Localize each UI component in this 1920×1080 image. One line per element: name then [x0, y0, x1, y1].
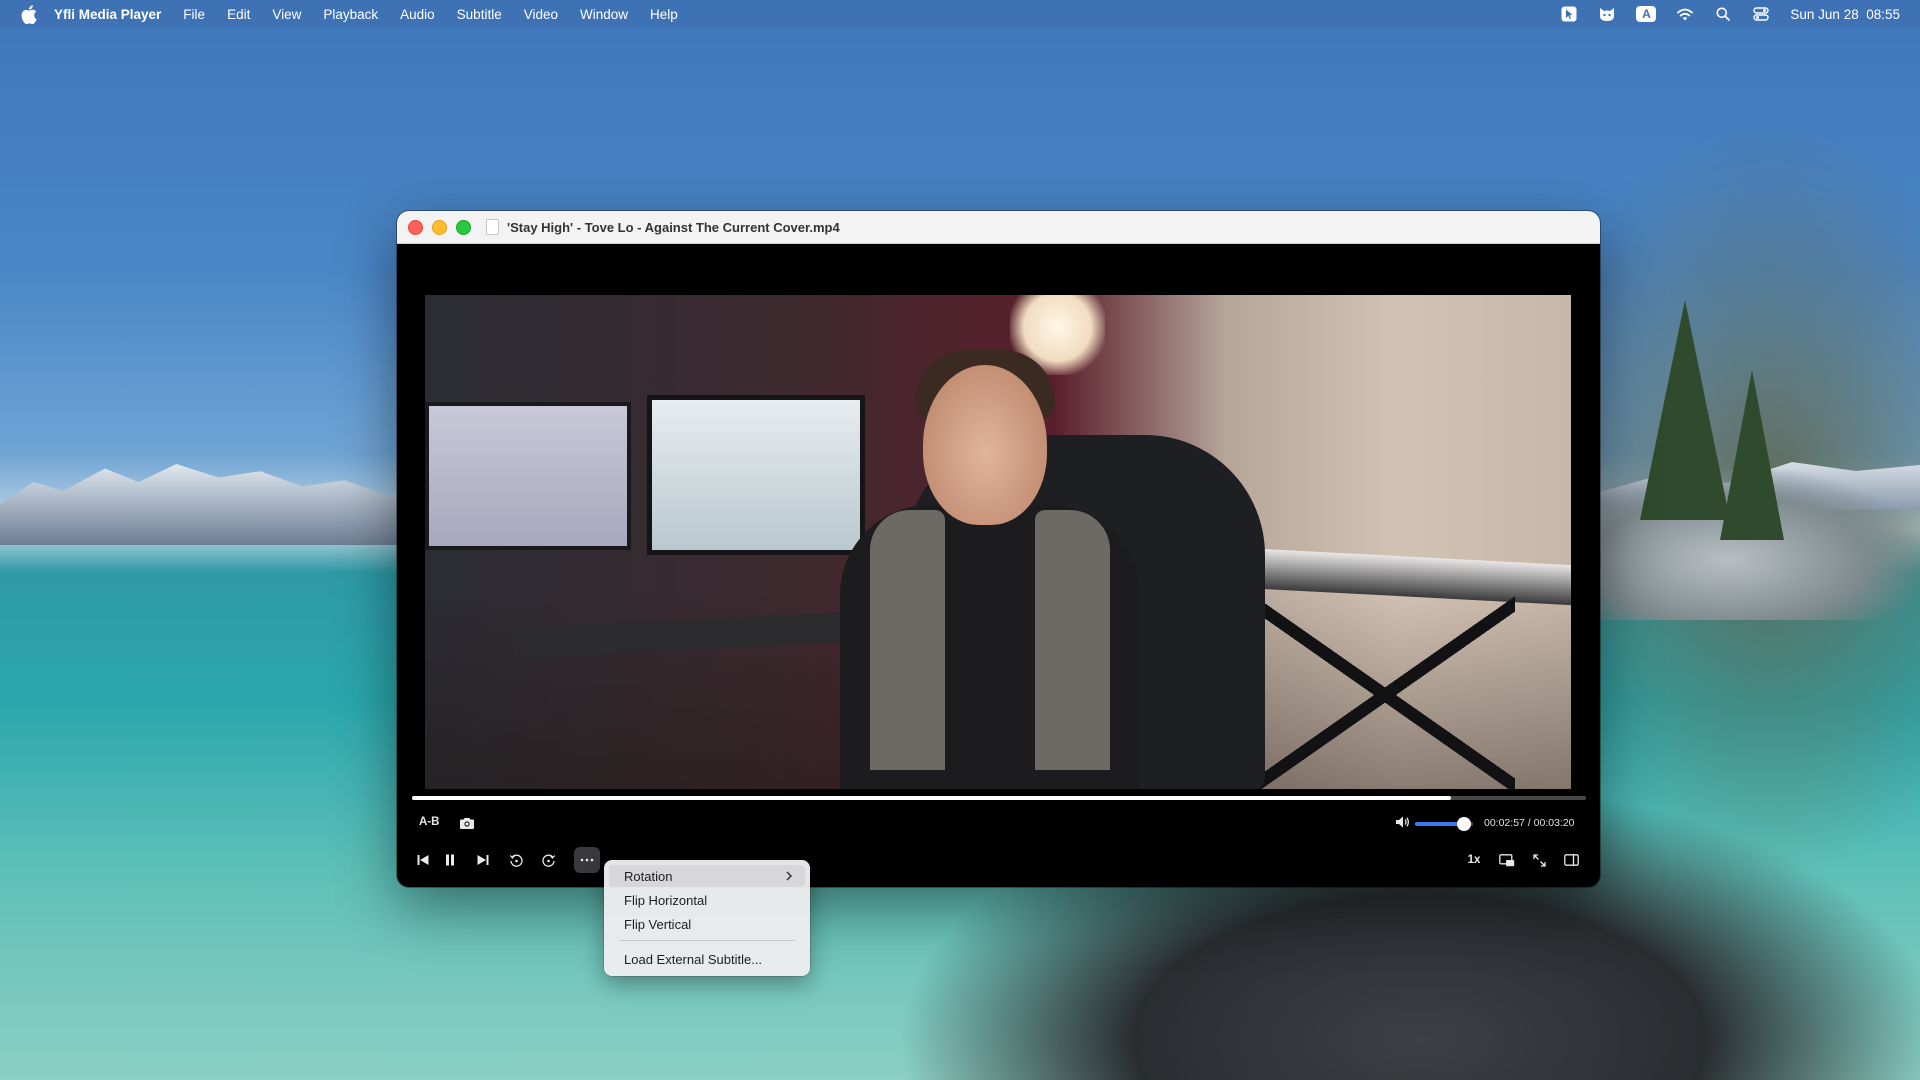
app-name-menu[interactable]: Yfli Media Player: [54, 7, 161, 22]
window-titlebar[interactable]: 'Stay High' - Tove Lo - Against The Curr…: [397, 211, 1600, 244]
control-center-icon[interactable]: [1752, 5, 1770, 23]
menu-bar-clock[interactable]: Sun Jun 28 08:55: [1790, 7, 1900, 22]
menu-item-label: Load External Subtitle...: [624, 951, 763, 967]
fullscreen-button[interactable]: [1526, 847, 1552, 873]
camera-icon: [460, 817, 474, 829]
menu-item-flip-vertical[interactable]: Flip Vertical: [609, 913, 805, 935]
menu-video[interactable]: Video: [524, 7, 558, 22]
video-monitor-left: [425, 402, 631, 550]
menu-file[interactable]: File: [183, 7, 205, 22]
playback-progress-fill: [412, 796, 1451, 800]
wallpaper-mountains-left: [0, 464, 420, 545]
volume-slider[interactable]: [1415, 817, 1473, 831]
menu-bar: Yfli Media Player File Edit View Playbac…: [0, 0, 1920, 28]
sidebar-icon: [1563, 854, 1579, 866]
controls-row-top: A-B 00:02:57 / 00:03:20: [397, 811, 1600, 837]
pause-button[interactable]: [437, 847, 463, 873]
window-title: 'Stay High' - Tove Lo - Against The Curr…: [507, 219, 840, 235]
menu-item-label: Flip Horizontal: [624, 892, 708, 908]
time-separator: /: [1524, 817, 1534, 829]
picture-in-picture-icon: [1499, 853, 1515, 866]
rewind-icon: [509, 854, 523, 867]
ab-repeat-button[interactable]: A-B: [419, 816, 439, 828]
minimize-window-button[interactable]: [432, 219, 447, 235]
chevron-right-icon: [786, 871, 793, 881]
menu-item-load-external-subtitle[interactable]: Load External Subtitle...: [609, 948, 805, 970]
menu-edit[interactable]: Edit: [227, 7, 250, 22]
close-window-button[interactable]: [408, 219, 423, 235]
menu-audio[interactable]: Audio: [400, 7, 435, 22]
wallpaper-tree: [1720, 370, 1784, 540]
menu-item-label: Flip Vertical: [624, 916, 692, 932]
menu-playback[interactable]: Playback: [323, 7, 378, 22]
more-options-menu: Rotation Flip Horizontal Flip Vertical L…: [604, 860, 810, 976]
more-options-button[interactable]: [574, 847, 600, 873]
input-source-icon[interactable]: A: [1636, 6, 1657, 22]
zoom-window-button[interactable]: [456, 219, 471, 235]
cat-app-icon[interactable]: [1598, 5, 1616, 23]
menu-bar-status-area: A Sun Jun 28 08:55: [1560, 0, 1900, 28]
pause-icon: [446, 854, 454, 866]
total-time: 00:03:20: [1533, 817, 1575, 829]
screenshot-button[interactable]: [457, 814, 477, 832]
ellipsis-icon: [580, 858, 594, 862]
playback-speed-button[interactable]: 1x: [1461, 847, 1487, 873]
controls-row-bottom: 1x: [397, 845, 1600, 875]
video-monitor-right: [647, 395, 865, 555]
video-person-head: [923, 365, 1047, 525]
player-window: 'Stay High' - Tove Lo - Against The Curr…: [397, 211, 1600, 887]
video-keyboard-stand: [1255, 595, 1515, 789]
time-display: 00:02:57 / 00:03:20: [1484, 817, 1575, 829]
window-controls: [408, 219, 471, 235]
menu-item-flip-horizontal[interactable]: Flip Horizontal: [609, 889, 805, 911]
rewind-seconds-button[interactable]: [503, 847, 529, 873]
wifi-icon[interactable]: [1676, 5, 1694, 23]
menu-item-label: Rotation: [624, 868, 673, 884]
previous-track-button[interactable]: [410, 847, 436, 873]
spotlight-search-icon[interactable]: [1714, 5, 1732, 23]
next-track-button[interactable]: [470, 847, 496, 873]
picture-in-picture-button[interactable]: [1494, 847, 1520, 873]
menu-separator: [619, 940, 795, 941]
wallpaper-tree: [1640, 300, 1730, 520]
current-time: 00:02:57: [1484, 817, 1525, 829]
volume-icon[interactable]: [1395, 815, 1413, 833]
menu-item-rotation[interactable]: Rotation: [609, 865, 805, 887]
fast-forward-icon: [541, 854, 555, 867]
apple-menu-icon[interactable]: [18, 3, 40, 25]
playback-progress-bar[interactable]: [412, 796, 1586, 800]
forward-seconds-button[interactable]: [535, 847, 561, 873]
volume-slider-knob[interactable]: [1457, 817, 1472, 831]
pointer-app-icon[interactable]: [1560, 5, 1578, 23]
video-person-vest: [870, 510, 945, 770]
playback-speed-label: 1x: [1467, 854, 1481, 866]
menu-view[interactable]: View: [272, 7, 301, 22]
toggle-sidebar-button[interactable]: [1558, 847, 1584, 873]
document-proxy-icon[interactable]: [486, 219, 499, 235]
menu-help[interactable]: Help: [650, 7, 678, 22]
menu-window[interactable]: Window: [580, 7, 628, 22]
skip-forward-icon: [477, 855, 489, 865]
video-person-vest: [1035, 510, 1110, 770]
skip-back-icon: [417, 855, 429, 865]
menu-subtitle[interactable]: Subtitle: [457, 7, 502, 22]
video-frame[interactable]: [425, 295, 1571, 789]
expand-icon: [1532, 853, 1546, 867]
